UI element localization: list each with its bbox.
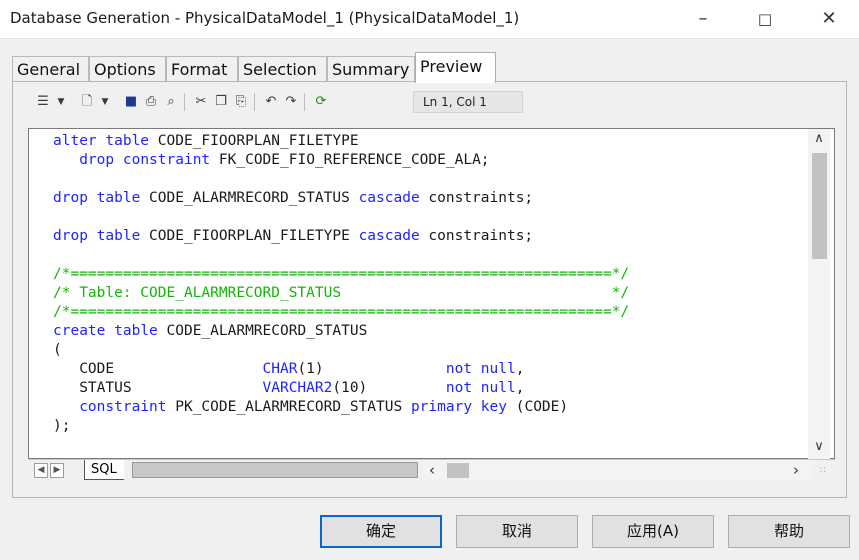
chevron-up-icon[interactable]: ∧ [811, 131, 827, 146]
keyword: table [96, 228, 141, 244]
comment-line: /*======================================… [53, 304, 630, 320]
keyword: cascade [358, 190, 420, 206]
keyword: drop [53, 190, 88, 206]
code-line: drop constraint FK_CODE_FIO_REFERENCE_CO… [79, 152, 490, 168]
toolbar-separator [184, 93, 185, 111]
sheet-next-icon[interactable]: ▶ [50, 463, 64, 478]
code-line: constraint PK_CODE_ALARMRECORD_STATUS pr… [79, 399, 569, 415]
keyword: CHAR [262, 361, 298, 377]
title-bar: Database Generation - PhysicalDataModel_… [0, 0, 859, 39]
code-line: drop table CODE_FIOORPLAN_FILETYPE casca… [53, 228, 534, 244]
keyword: table [114, 323, 158, 339]
chevron-right-icon[interactable]: › [793, 461, 799, 479]
sheet-tab-area [132, 462, 418, 478]
tab-options[interactable]: Options [89, 56, 166, 81]
tab-selection[interactable]: Selection [238, 56, 327, 81]
tab-format[interactable]: Format [166, 56, 238, 81]
comment-line: /*======================================… [53, 266, 630, 282]
toolbar-separator [254, 93, 255, 111]
horizontal-scrollbar[interactable]: ‹ › [423, 460, 813, 481]
cursor-position: Ln 1, Col 1 [413, 91, 523, 113]
new-file-icon[interactable]: 🗋 [78, 93, 96, 111]
keyword: not [445, 380, 473, 396]
sql-editor[interactable]: alter table CODE_FIOORPLAN_FILETYPE drop… [28, 128, 835, 459]
vertical-scrollbar[interactable]: ∧ ∨ [808, 129, 830, 459]
keyword: cascade [358, 228, 420, 244]
code-line: STATUS VARCHAR2(10) not null, [53, 380, 525, 396]
cut-icon[interactable]: ✂ [192, 93, 210, 111]
code-line: create table CODE_ALARMRECORD_STATUS [53, 323, 368, 339]
sheet-prev-icon[interactable]: ◀ [34, 463, 48, 478]
vertical-scroll-thumb[interactable] [812, 153, 827, 259]
undo-icon[interactable]: ↶ [262, 93, 280, 111]
keyword: table [105, 133, 150, 149]
keyword: table [96, 190, 141, 206]
code-line: alter table CODE_FIOORPLAN_FILETYPE [53, 133, 359, 149]
keyword: alter [53, 133, 97, 149]
keyword: drop [53, 228, 88, 244]
save-icon[interactable]: ■ [122, 93, 140, 111]
code-line: ( [53, 342, 62, 358]
keyword: constraint [122, 152, 211, 168]
dropdown-arrow-icon[interactable]: ▼ [52, 93, 70, 111]
code-line: ); [53, 418, 71, 434]
keyword: create [53, 323, 106, 339]
code-line: CODE CHAR(1) not null, [53, 361, 525, 377]
refresh-icon[interactable]: ⟳ [312, 93, 330, 111]
chevron-left-icon[interactable]: ‹ [429, 461, 435, 479]
dropdown-arrow-icon[interactable]: ▼ [96, 93, 114, 111]
minimize-icon[interactable]: – [680, 0, 726, 38]
keyword: drop [79, 152, 115, 168]
keyword: null [480, 361, 516, 377]
code-line: drop table CODE_ALARMRECORD_STATUS casca… [53, 190, 534, 206]
horizontal-scroll-thumb[interactable] [447, 463, 469, 478]
keyword: constraint [79, 399, 167, 415]
editor-toolbar: ☰ ▼ 🗋 ▼ ■ ⎙ ⌕ ✂ ❐ ⎘ ↶ ↷ ⟳ Ln 1, Col 1 [26, 91, 523, 113]
redo-icon[interactable]: ↷ [282, 93, 300, 111]
resize-grip-icon[interactable]: ∷ [820, 466, 826, 476]
paste-icon[interactable]: ⎘ [232, 93, 250, 111]
tab-general[interactable]: General [12, 56, 89, 81]
close-icon[interactable]: ✕ [806, 0, 852, 38]
ok-button[interactable]: 确定 [320, 515, 442, 548]
sql-code: alter table CODE_FIOORPLAN_FILETYPE drop… [53, 132, 629, 436]
apply-button[interactable]: 应用(A) [592, 515, 714, 548]
help-button[interactable]: 帮助 [728, 515, 850, 548]
find-icon[interactable]: ⌕ [162, 93, 180, 111]
keyword: primary [410, 399, 473, 415]
maximize-icon[interactable]: □ [742, 0, 788, 38]
copy-icon[interactable]: ❐ [212, 93, 230, 111]
chevron-down-icon[interactable]: ∨ [811, 439, 827, 454]
properties-icon[interactable]: ☰ [34, 93, 52, 111]
window-title: Database Generation - PhysicalDataModel_… [10, 9, 520, 27]
editor-bottom-bar: ◀ ▶ SQL ‹ › ∷ [28, 459, 835, 482]
keyword: VARCHAR2 [262, 380, 333, 396]
keyword: not [445, 361, 473, 377]
tab-summary[interactable]: Summary [327, 56, 415, 81]
tab-preview[interactable]: Preview [415, 52, 496, 83]
sheet-tab-sql[interactable]: SQL [84, 460, 124, 480]
toolbar-separator [304, 93, 305, 111]
print-icon[interactable]: ⎙ [142, 93, 160, 111]
comment-line: /* Table: CODE_ALARMRECORD_STATUS */ [53, 285, 630, 301]
cancel-button[interactable]: 取消 [456, 515, 578, 548]
keyword: null [480, 380, 516, 396]
keyword: key [480, 399, 507, 415]
